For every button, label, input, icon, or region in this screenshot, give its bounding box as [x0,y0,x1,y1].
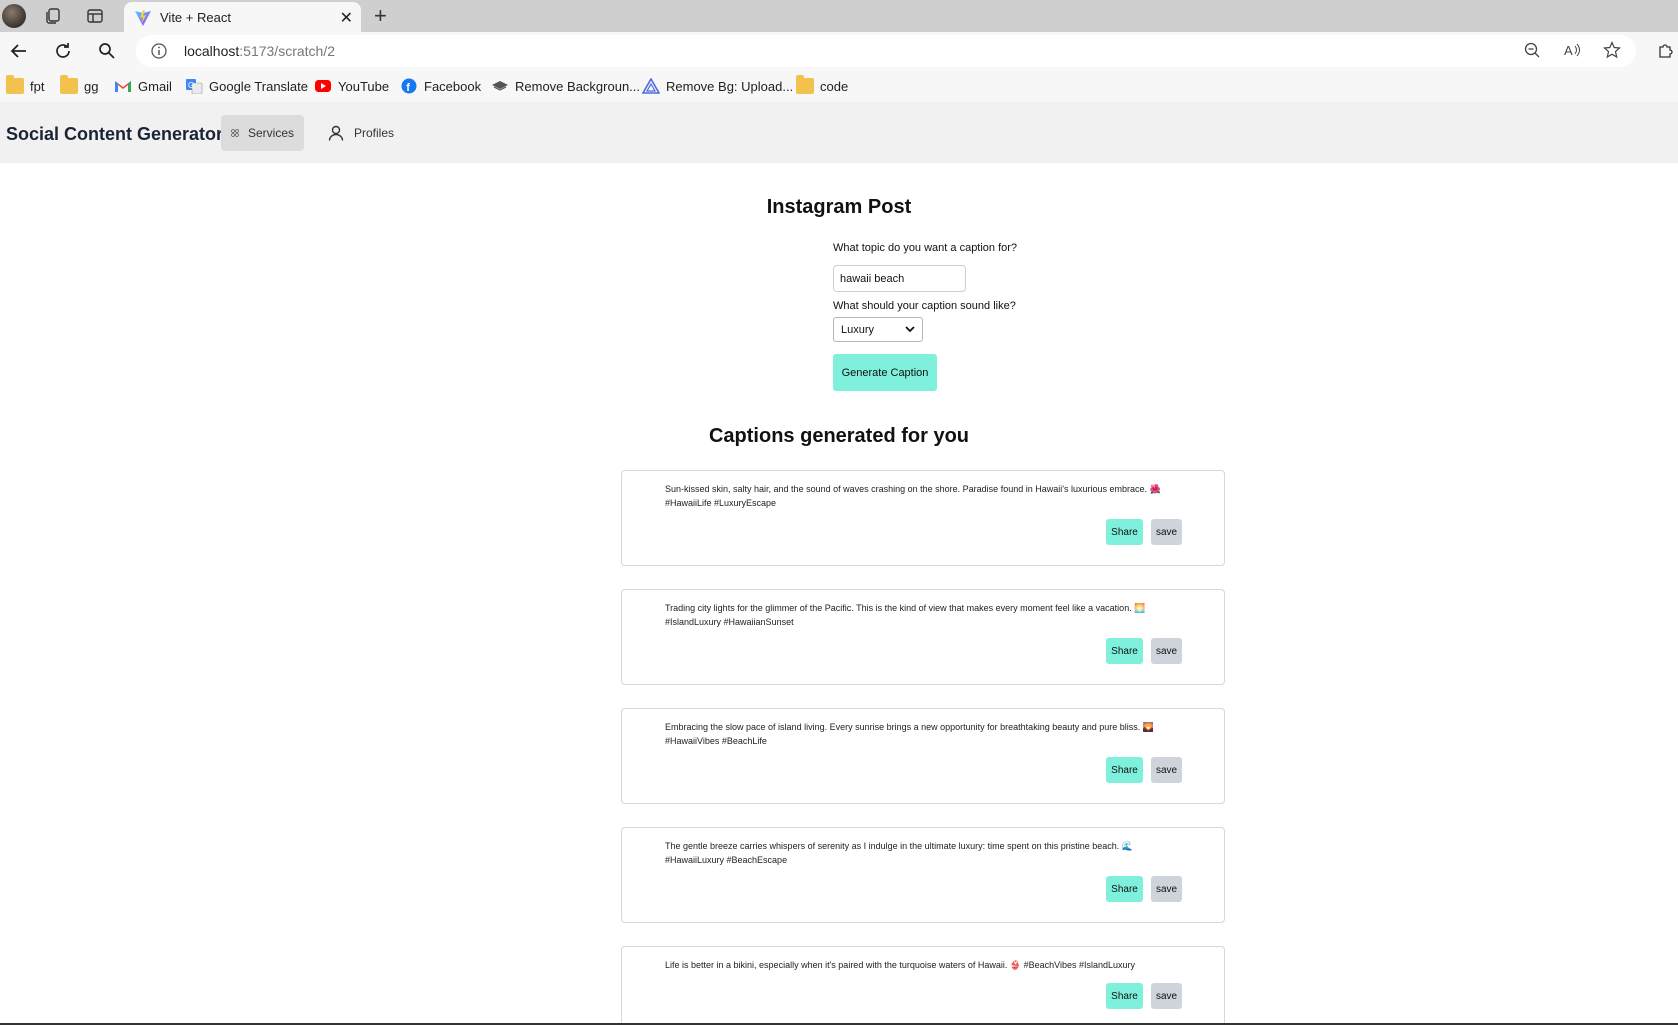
caption-card: The gentle breeze carries whispers of se… [621,827,1225,923]
nav-services-label: Services [247,126,294,140]
facebook-icon: f [401,78,417,94]
tone-selected-value: Luxury [841,323,875,336]
bookmark-facebook[interactable]: f Facebook [400,77,481,95]
bookmark-remove-background[interactable]: Remove Backgroun... [491,77,640,95]
svg-text:f: f [406,82,410,94]
save-button[interactable]: save [1151,519,1182,545]
share-button[interactable]: Share [1106,757,1143,783]
bookmark-fpt[interactable]: fpt [6,75,45,95]
new-tab-icon[interactable]: + [374,3,387,29]
bookmark-gg[interactable]: gg [60,75,99,95]
bookmarks-bar: fpt gg Gmail G Google Translate YouTube … [0,70,1678,102]
bookmark-label: YouTube [338,78,390,94]
save-button[interactable]: save [1151,983,1182,1009]
bookmark-label: Remove Bg: Upload... [666,78,794,94]
results-title: Captions generated for you [708,425,970,447]
caption-card: Trading city lights for the glimmer of t… [621,589,1225,685]
caption-card: Embracing the slow pace of island living… [621,708,1225,804]
nav-profiles-label: Profiles [354,126,395,140]
bookmark-label: fpt [30,78,45,94]
svg-text:G: G [188,81,194,90]
caption-card: Sun-kissed skin, salty hair, and the sou… [621,470,1225,566]
tone-select[interactable]: Luxury [833,317,923,342]
layers-icon [492,81,508,91]
bookmark-gmail[interactable]: Gmail [114,77,172,95]
caption-card: Life is better in a bikini, especially w… [621,946,1225,1025]
bookmark-label: Gmail [138,78,172,94]
back-icon[interactable] [9,41,29,61]
user-icon [328,125,344,141]
bookmark-label: gg [84,78,99,94]
grid-icon [231,129,239,137]
url-path: :5173/scratch/2 [239,43,335,59]
save-button[interactable]: save [1151,638,1182,664]
svg-text:A: A [1564,43,1573,58]
gmail-icon [115,81,131,92]
topic-label: What topic do you want a caption for? [833,242,1018,254]
app-brand[interactable]: Social Content Generator [6,124,223,145]
nav-profiles[interactable]: Profiles [317,115,404,151]
folder-icon [6,75,24,94]
share-button[interactable]: Share [1106,983,1143,1009]
save-button[interactable]: save [1151,757,1182,783]
youtube-icon [315,80,331,92]
tab-title: Vite + React [160,10,231,25]
nav-services[interactable]: Services [221,115,304,151]
browser-toolbar: localhost:5173/scratch/2 A [0,32,1678,70]
caption-text: Life is better in a bikini, especially w… [665,960,1136,970]
folder-icon [796,75,814,94]
app-navbar: Social Content Generator Services Profil… [0,102,1678,163]
read-aloud-icon[interactable]: A [1563,41,1581,59]
browser-tab-bar: Vite + React ✕ + [0,0,1678,32]
share-button[interactable]: Share [1106,876,1143,902]
refresh-icon[interactable] [53,41,73,61]
url-host: localhost [184,43,240,59]
bookmark-label: code [820,78,849,94]
topic-input[interactable] [833,265,966,292]
caption-text: Sun-kissed skin, salty hair, and the sou… [665,484,1161,508]
folder-icon [60,75,78,94]
bookmark-label: Google Translate [209,78,309,94]
bookmark-label: Facebook [424,78,482,94]
browser-tab[interactable]: Vite + React ✕ [124,2,361,32]
translate-icon: G [186,79,203,94]
caption-text: Trading city lights for the glimmer of t… [665,603,1146,627]
url-text[interactable]: localhost:5173/scratch/2 [184,43,335,59]
form-title: Instagram Post [766,196,912,218]
vite-logo-icon [135,10,151,26]
address-bar[interactable]: localhost:5173/scratch/2 [136,35,1636,67]
bookmark-code[interactable]: code [796,75,849,95]
caption-text: The gentle breeze carries whispers of se… [665,841,1133,865]
save-button[interactable]: save [1151,876,1182,902]
triangle-logo-icon [642,78,660,94]
profile-avatar[interactable] [2,4,26,28]
generate-caption-button[interactable]: Generate Caption [833,354,937,391]
tone-label: What should your caption sound like? [833,300,1016,312]
bookmark-label: Remove Backgroun... [515,78,641,94]
favorite-star-icon[interactable] [1603,41,1621,59]
tab-actions-icon[interactable] [86,7,104,25]
chevron-down-icon [905,326,915,333]
bookmark-google-translate[interactable]: G Google Translate [185,77,308,95]
search-icon[interactable] [97,41,117,61]
extensions-icon[interactable] [1656,41,1674,59]
share-button[interactable]: Share [1106,519,1143,545]
bookmark-youtube[interactable]: YouTube [314,77,389,95]
zoom-out-icon[interactable] [1523,41,1541,59]
site-info-icon[interactable] [150,42,168,60]
share-button[interactable]: Share [1106,638,1143,664]
caption-text: Embracing the slow pace of island living… [665,722,1154,746]
bookmark-remove-bg-upload[interactable]: Remove Bg: Upload... [642,77,793,95]
workspaces-icon[interactable] [44,7,62,25]
tab-close-icon[interactable]: ✕ [340,8,353,28]
